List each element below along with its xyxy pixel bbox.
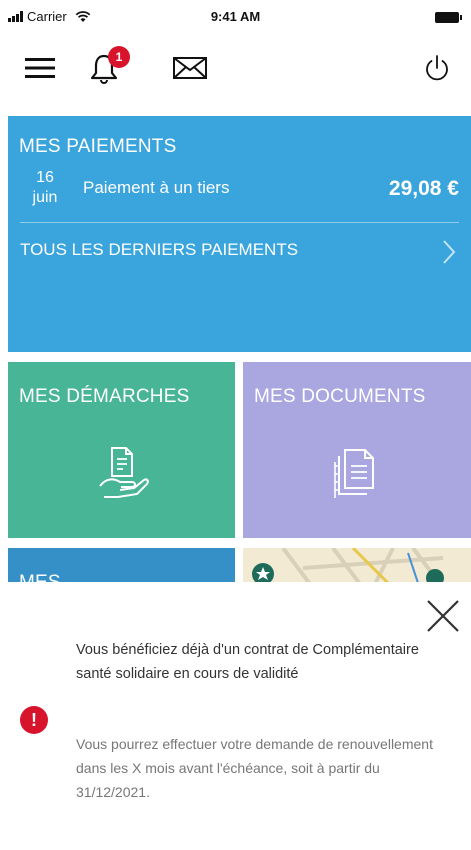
all-payments-link[interactable]: TOUS LES DERNIERS PAIEMENTS [20,240,298,260]
documents-title: MES DOCUMENTS [254,386,426,407]
payments-tile[interactable]: MES PAIEMENTS 16 juin Paiement à un tier… [8,116,471,352]
demarches-tile[interactable]: MES DÉMARCHES [8,362,235,538]
battery-icon [435,12,462,23]
menu-icon [25,58,55,78]
alert-icon: ! [20,706,48,734]
notification-badge: 1 [108,46,130,68]
menu-button[interactable] [20,50,60,86]
demarches-title: MES DÉMARCHES [19,386,190,407]
clock: 9:41 AM [210,9,261,24]
status-bar: Carrier 9:41 AM [0,0,471,36]
alert-message: Vous bénéficiez déjà d'un contrat de Com… [76,642,419,682]
power-icon [426,55,448,81]
documents-icon [334,449,374,498]
mail-icon [173,57,207,79]
messages-button[interactable] [170,50,210,86]
hand-document-icon [98,447,149,498]
app-header: 1 [0,36,471,100]
payment-day: 16 [36,169,54,186]
logout-button[interactable] [417,50,457,86]
alert-detail: Vous pourrez effectuer votre demande de … [76,736,433,800]
chevron-right-icon[interactable] [439,238,459,266]
payment-month: juin [32,189,58,206]
notifications-button[interactable]: 1 [84,46,130,86]
payment-date: 16 juin [20,168,70,208]
payments-divider [20,222,459,223]
payments-title: MES PAIEMENTS [19,136,177,157]
alert-sheet: ! Vous bénéficiez déjà d'un contrat de C… [0,582,471,850]
payment-label: Paiement à un tiers [83,178,230,197]
close-icon[interactable] [425,598,461,634]
payment-amount: 29,08 € [388,177,459,200]
latest-payment-row[interactable]: 16 juin Paiement à un tiers 29,08 € [8,168,471,220]
documents-tile[interactable]: MES DOCUMENTS [243,362,471,538]
